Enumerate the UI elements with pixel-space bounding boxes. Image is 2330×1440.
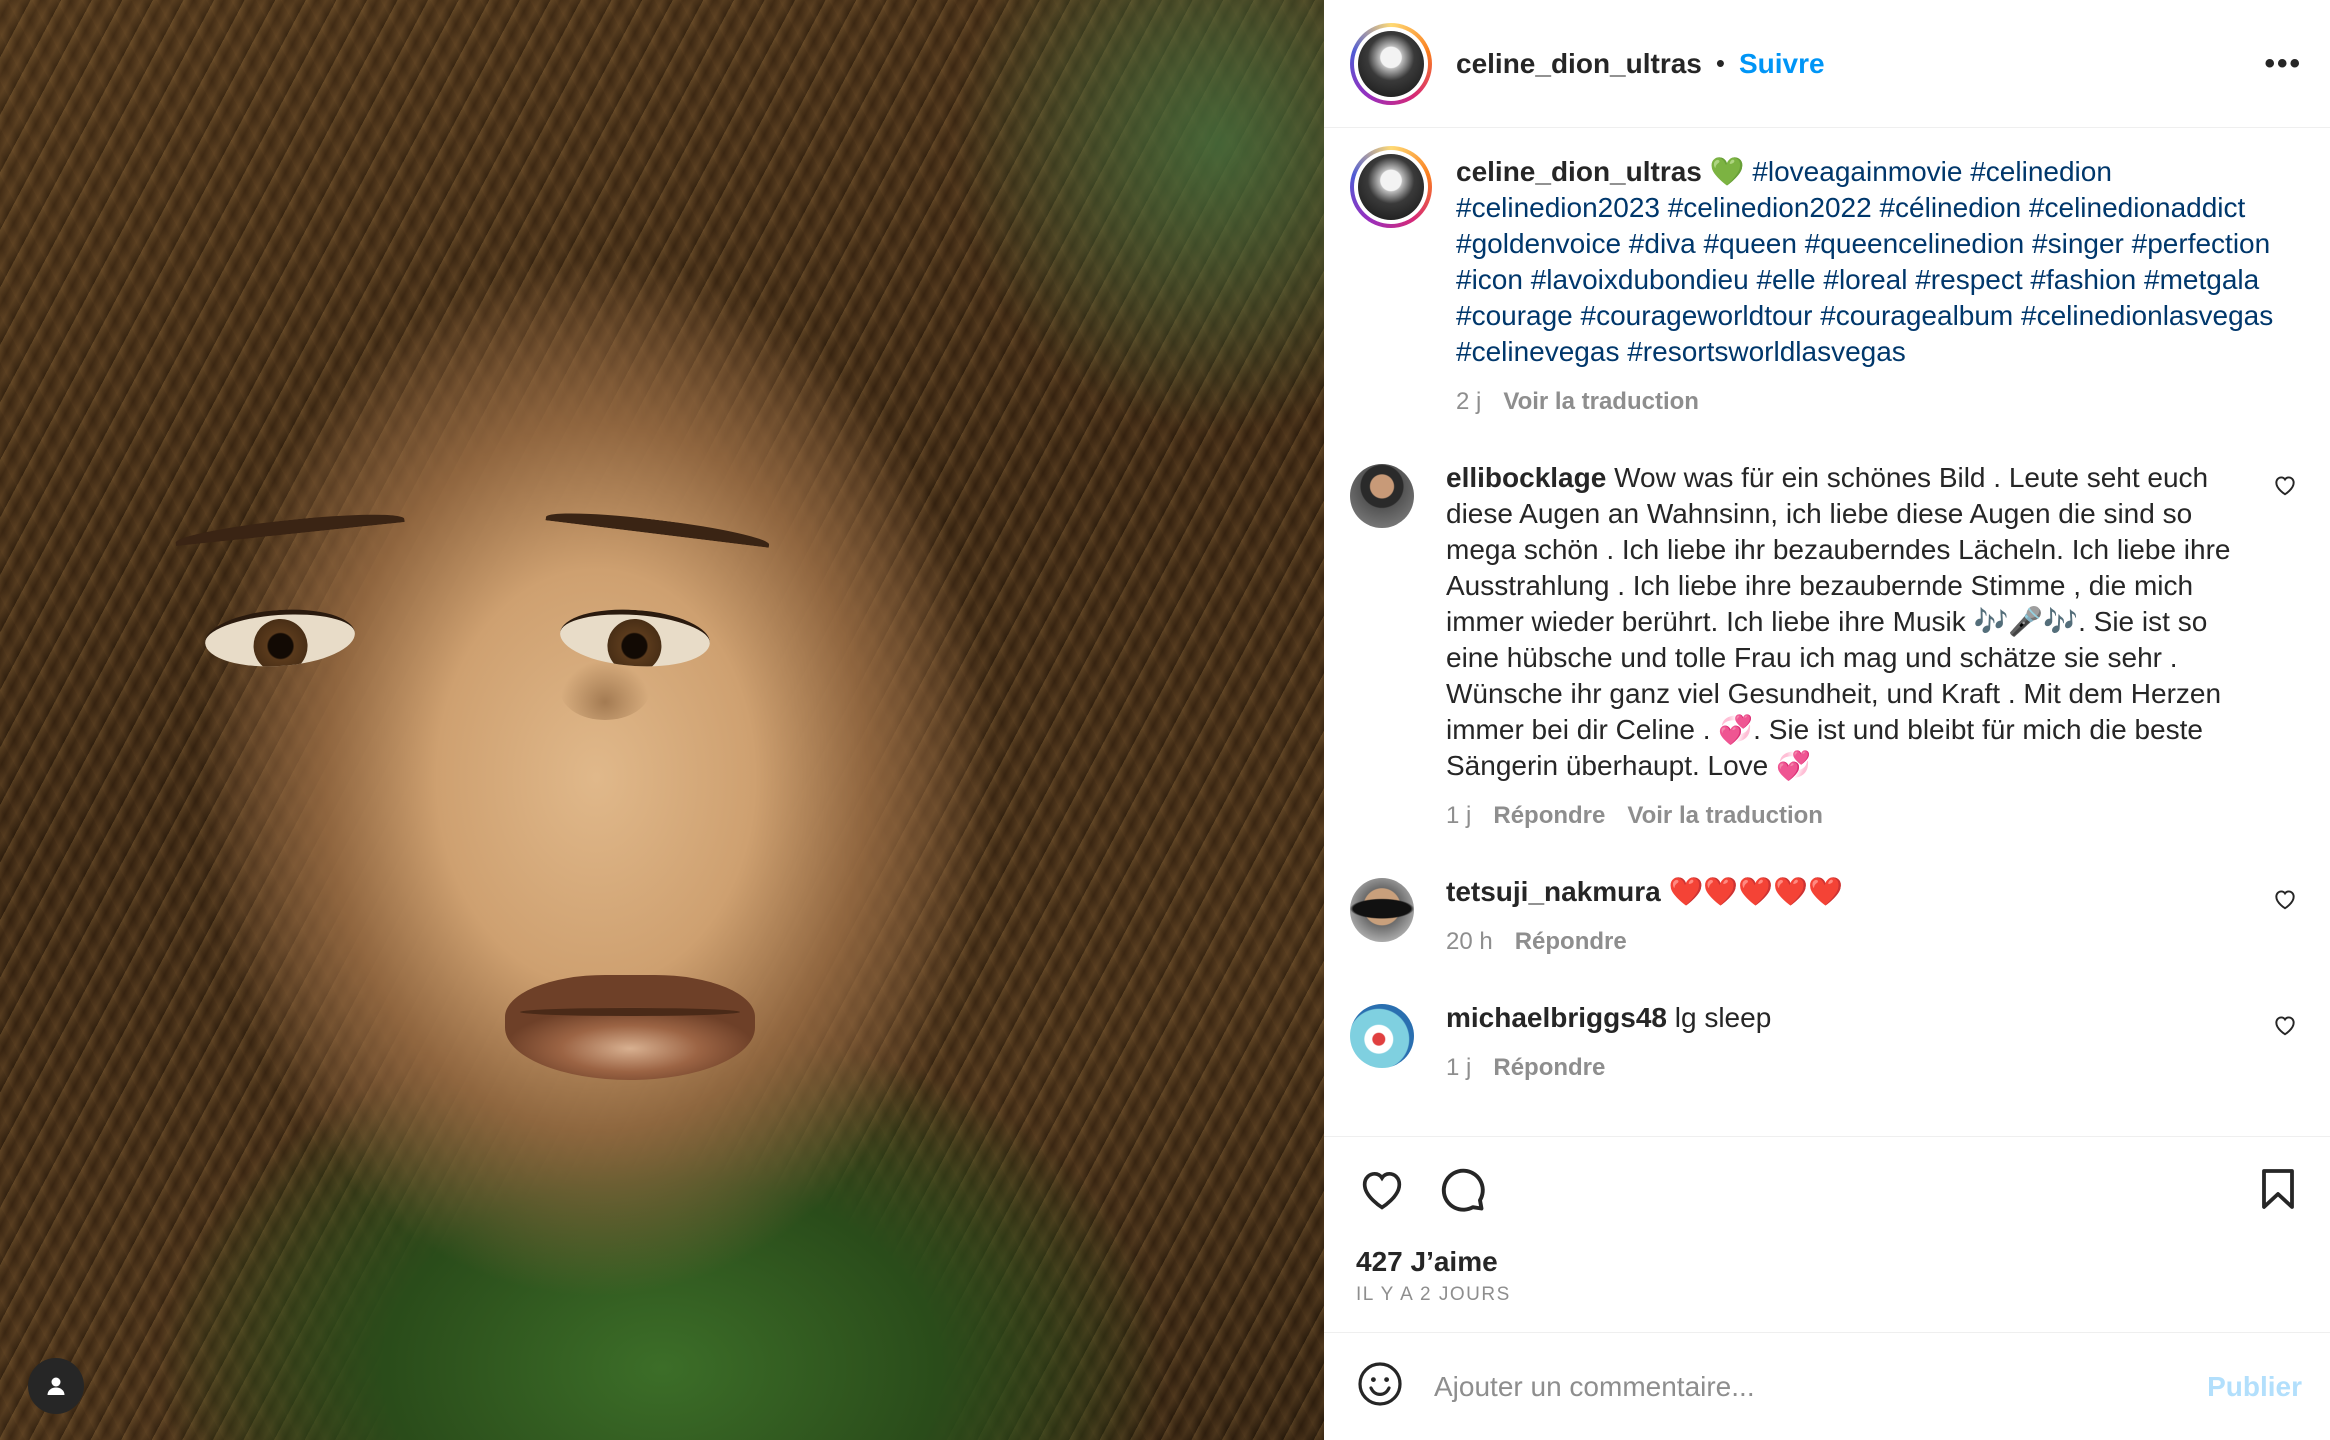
- comment-like-button[interactable]: [2272, 1012, 2302, 1086]
- comment-meta: 20 h Répondre: [1446, 924, 2242, 960]
- emoji-button[interactable]: [1356, 1360, 1404, 1413]
- caption-username[interactable]: celine_dion_ultras: [1456, 156, 1702, 187]
- caption-age: 2 j: [1456, 388, 1482, 415]
- caption-body: celine_dion_ultras 💚 #loveagainmovie #ce…: [1456, 154, 2302, 420]
- user-icon: [47, 1377, 65, 1395]
- bookmark-icon: [2262, 1169, 2294, 1209]
- comment-text: lg sleep: [1674, 1002, 1772, 1033]
- post-timestamp[interactable]: IL Y A 2 JOURS: [1356, 1284, 2302, 1306]
- commenter-avatar[interactable]: [1350, 464, 1414, 528]
- reply-link[interactable]: Répondre: [1515, 924, 1627, 960]
- comment-composer: Publier: [1324, 1332, 2330, 1440]
- heart-icon: [2275, 1016, 2295, 1036]
- comment-like-button[interactable]: [2272, 886, 2302, 960]
- comment-username[interactable]: michaelbriggs48: [1446, 1002, 1667, 1033]
- author-avatar[interactable]: [1350, 22, 1432, 105]
- caption-translate-link[interactable]: Voir la traduction: [1503, 384, 1699, 420]
- like-count[interactable]: 427 J’aime: [1356, 1246, 2302, 1278]
- caption: celine_dion_ultras 💚 #loveagainmovie #ce…: [1350, 146, 2302, 420]
- comments-list[interactable]: celine_dion_ultras 💚 #loveagainmovie #ce…: [1324, 128, 2330, 1136]
- post-header: celine_dion_ultras • Suivre •••: [1324, 0, 2330, 128]
- photo-brow-left: [174, 508, 406, 554]
- comment-button[interactable]: [1436, 1163, 1488, 1220]
- reply-link[interactable]: Répondre: [1493, 1050, 1605, 1086]
- comment-like-button[interactable]: [2272, 472, 2302, 834]
- comment-age: 1 j: [1446, 802, 1472, 829]
- photo-lips: [505, 975, 755, 1080]
- photo-lip-line: [520, 1008, 740, 1016]
- comment-input[interactable]: [1434, 1370, 2208, 1403]
- photo-eye-left: [203, 604, 357, 672]
- comment-meta: 1 j Répondre: [1446, 1050, 2242, 1086]
- save-button[interactable]: [2254, 1165, 2302, 1218]
- heart-icon: [2275, 890, 2295, 910]
- comment-body: ellibocklage Wow was für ein schönes Bil…: [1446, 460, 2242, 834]
- comment-username[interactable]: ellibocklage: [1446, 462, 1606, 493]
- commenter-avatar[interactable]: [1350, 1004, 1414, 1068]
- post-actions: 427 J’aime IL Y A 2 JOURS: [1324, 1136, 2330, 1332]
- post-detail-panel: celine_dion_ultras • Suivre ••• celine_d…: [1324, 0, 2330, 1440]
- like-button[interactable]: [1356, 1163, 1408, 1220]
- more-options-icon[interactable]: •••: [2264, 47, 2302, 81]
- comment-item: michaelbriggs48 lg sleep 1 j Répondre: [1350, 1000, 2302, 1086]
- author-username[interactable]: celine_dion_ultras: [1456, 48, 1702, 80]
- photo-nose: [560, 660, 650, 720]
- comment-body: tetsuji_nakmura ❤️❤️❤️❤️❤️ 20 h Répondre: [1446, 874, 2242, 960]
- caption-hashtags[interactable]: #loveagainmovie #celinedion #celinedion2…: [1456, 156, 2273, 367]
- comment-age: 1 j: [1446, 1054, 1472, 1081]
- comment-body: michaelbriggs48 lg sleep 1 j Répondre: [1446, 1000, 2242, 1086]
- heart-icon: [2275, 476, 2295, 496]
- commenter-avatar[interactable]: [1350, 878, 1414, 942]
- smiley-icon: [1358, 1362, 1402, 1406]
- comment-text: ❤️❤️❤️❤️❤️: [1668, 876, 1843, 907]
- header-separator: •: [1715, 48, 1725, 78]
- caption-meta: 2 j Voir la traduction: [1456, 384, 2302, 420]
- post-image[interactable]: [0, 0, 1324, 1440]
- photo-brow-right: [544, 506, 771, 556]
- comment-age: 20 h: [1446, 928, 1493, 955]
- publish-button[interactable]: Publier: [2207, 1371, 2302, 1403]
- photo-eye-right: [558, 604, 712, 672]
- comment-item: ellibocklage Wow was für ein schönes Bil…: [1350, 460, 2302, 834]
- comment-username[interactable]: tetsuji_nakmura: [1446, 876, 1661, 907]
- caption-author-avatar[interactable]: [1350, 146, 1432, 228]
- reply-link[interactable]: Répondre: [1493, 798, 1605, 834]
- comment-icon: [1441, 1168, 1485, 1212]
- caption-emoji: 💚: [1709, 156, 1745, 187]
- action-bar: [1356, 1163, 2302, 1220]
- comment-text: Wow was für ein schönes Bild . Leute seh…: [1446, 462, 2231, 781]
- heart-icon: [1362, 1171, 1402, 1210]
- translate-link[interactable]: Voir la traduction: [1627, 798, 1823, 834]
- follow-button[interactable]: Suivre: [1739, 48, 1825, 80]
- comment-item: tetsuji_nakmura ❤️❤️❤️❤️❤️ 20 h Répondre: [1350, 874, 2302, 960]
- tagged-users-button[interactable]: [28, 1358, 84, 1414]
- comment-meta: 1 j Répondre Voir la traduction: [1446, 798, 2242, 834]
- photo-iris-left: [251, 617, 310, 672]
